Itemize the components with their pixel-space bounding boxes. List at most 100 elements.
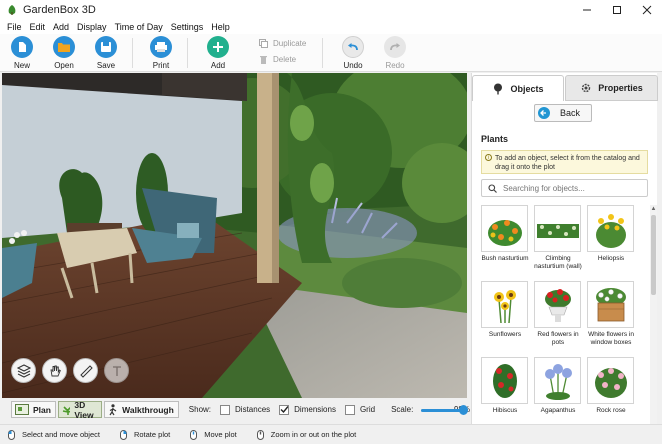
agapanthus-thumbnail [534, 357, 581, 404]
dimensions-checkbox-box[interactable] [279, 404, 290, 415]
catalog-item[interactable]: Bush nasturtium [481, 205, 529, 279]
menu-time-of-day[interactable]: Time of Day [111, 20, 167, 34]
text-icon [112, 365, 121, 376]
grid-checkbox[interactable]: Grid [344, 404, 376, 415]
grid-label: Grid [359, 405, 376, 414]
open-button[interactable]: Open [44, 36, 84, 70]
status-move: Move plot [190, 429, 237, 440]
menu-file[interactable]: File [3, 20, 26, 34]
scroll-up-icon[interactable]: ▲ [650, 205, 657, 213]
scale-slider[interactable] [421, 404, 469, 415]
toolbar-separator [322, 38, 323, 68]
bush-nasturtium-thumbnail [481, 205, 528, 252]
catalog-item[interactable]: Climbing nasturtium (wall) [534, 205, 582, 279]
delete-button[interactable]: Delete [259, 55, 296, 64]
catalog-item-label: Agapanthus [540, 407, 576, 414]
mouse-right-icon [119, 429, 127, 440]
tab-properties[interactable]: Properties [565, 75, 658, 101]
undo-button[interactable]: Undo [333, 36, 373, 70]
minimize-button[interactable] [572, 0, 602, 20]
search-input[interactable] [503, 183, 643, 193]
measure-tool-button[interactable] [73, 358, 98, 383]
catalog-item-label: Sunflowers [488, 331, 522, 338]
save-button[interactable]: Save [86, 36, 126, 70]
redo-icon [384, 36, 406, 58]
catalog-item[interactable]: White flowers in window boxes [587, 281, 635, 355]
catalog-item[interactable]: Sunflowers [481, 281, 529, 355]
ruler-icon [79, 364, 93, 378]
walking-person-icon [109, 403, 117, 415]
menu-settings[interactable]: Settings [167, 20, 208, 34]
arrow-left-icon [538, 107, 550, 119]
status-zoom: Zoom in or out on the plot [256, 429, 356, 440]
garden-scene [2, 73, 467, 398]
pan-tool-button[interactable] [42, 358, 67, 383]
plan-label: Plan [33, 404, 51, 415]
trash-icon [260, 56, 267, 64]
catalog-item-label: White flowers in window boxes [588, 331, 634, 346]
show-label: Show: [188, 405, 212, 414]
text-tool-button[interactable] [104, 358, 129, 383]
catalog-item-label: Heliopsis [597, 255, 625, 262]
open-label: Open [54, 61, 74, 70]
menu-display[interactable]: Display [73, 20, 111, 34]
status-bar: Select and move object Rotate plot Move … [0, 424, 662, 444]
climbing-nasturtium-thumbnail [534, 205, 581, 252]
menu-add[interactable]: Add [49, 20, 73, 34]
catalog-item-label: Rock rose [596, 407, 626, 414]
catalog-item[interactable]: Red flowers in pots [534, 281, 582, 355]
distances-checkbox[interactable]: Distances [220, 404, 270, 415]
catalog-scrollbar[interactable]: ▲ ▼ [650, 205, 657, 431]
new-button[interactable]: New [2, 36, 42, 70]
dimensions-checkbox[interactable]: Dimensions [279, 404, 336, 415]
scale-label: Scale: [391, 405, 414, 414]
menu-help[interactable]: Help [207, 20, 234, 34]
catalog-item[interactable]: Hibiscus [481, 357, 529, 431]
close-icon [642, 5, 652, 15]
catalog-item-label: Bush nasturtium [481, 255, 529, 262]
catalog-item[interactable]: Agapanthus [534, 357, 582, 431]
plus-icon [207, 36, 229, 58]
scale-slider-knob[interactable] [458, 404, 468, 415]
save-label: Save [96, 61, 116, 70]
catalog-item-label: Hibiscus [492, 407, 518, 414]
plan-view-button[interactable]: Plan [11, 401, 56, 418]
select-tool-button[interactable] [11, 358, 36, 383]
close-button[interactable] [632, 0, 662, 20]
catalog-item[interactable]: Rock rose [587, 357, 635, 431]
status-rotate-text: Rotate plot [133, 430, 171, 439]
scrollbar-thumb[interactable] [651, 215, 656, 295]
redo-label: Redo [385, 61, 405, 70]
search-box [481, 179, 648, 197]
open-folder-icon [53, 36, 75, 58]
app-logo-icon [8, 5, 16, 15]
title-bar: GardenBox 3D [0, 0, 662, 20]
walkthrough-button[interactable]: Walkthrough [104, 401, 179, 418]
maximize-button[interactable] [602, 0, 632, 20]
viewport-tools [11, 358, 135, 383]
distances-checkbox-box[interactable] [220, 404, 231, 415]
add-button[interactable]: Add [198, 36, 238, 70]
3d-view-button[interactable]: 3D View [57, 400, 103, 420]
search-icon [488, 183, 497, 193]
status-select: Select and move object [8, 429, 100, 440]
duplicate-button[interactable]: Duplicate [259, 39, 306, 48]
hint-text: To add an object, select it from the cat… [495, 155, 640, 171]
undo-label: Undo [343, 61, 363, 70]
mouse-middle-icon [190, 429, 198, 440]
catalog-item[interactable]: Heliopsis [587, 205, 635, 279]
print-button[interactable]: Print [141, 36, 181, 70]
status-rotate: Rotate plot [119, 429, 171, 440]
tab-objects[interactable]: Objects [472, 75, 564, 101]
garden-3d-viewport[interactable] [2, 73, 467, 398]
window-title: GardenBox 3D [23, 4, 96, 16]
menu-edit[interactable]: Edit [26, 20, 50, 34]
grid-checkbox-box[interactable] [344, 404, 355, 415]
toolbar-separator [187, 38, 188, 68]
undo-icon [342, 36, 364, 58]
hint-box: i To add an object, select it from the c… [481, 150, 648, 174]
new-label: New [13, 61, 30, 70]
delete-label: Delete [273, 55, 297, 64]
redo-button[interactable]: Redo [375, 36, 415, 70]
back-button[interactable]: Back [534, 104, 592, 122]
